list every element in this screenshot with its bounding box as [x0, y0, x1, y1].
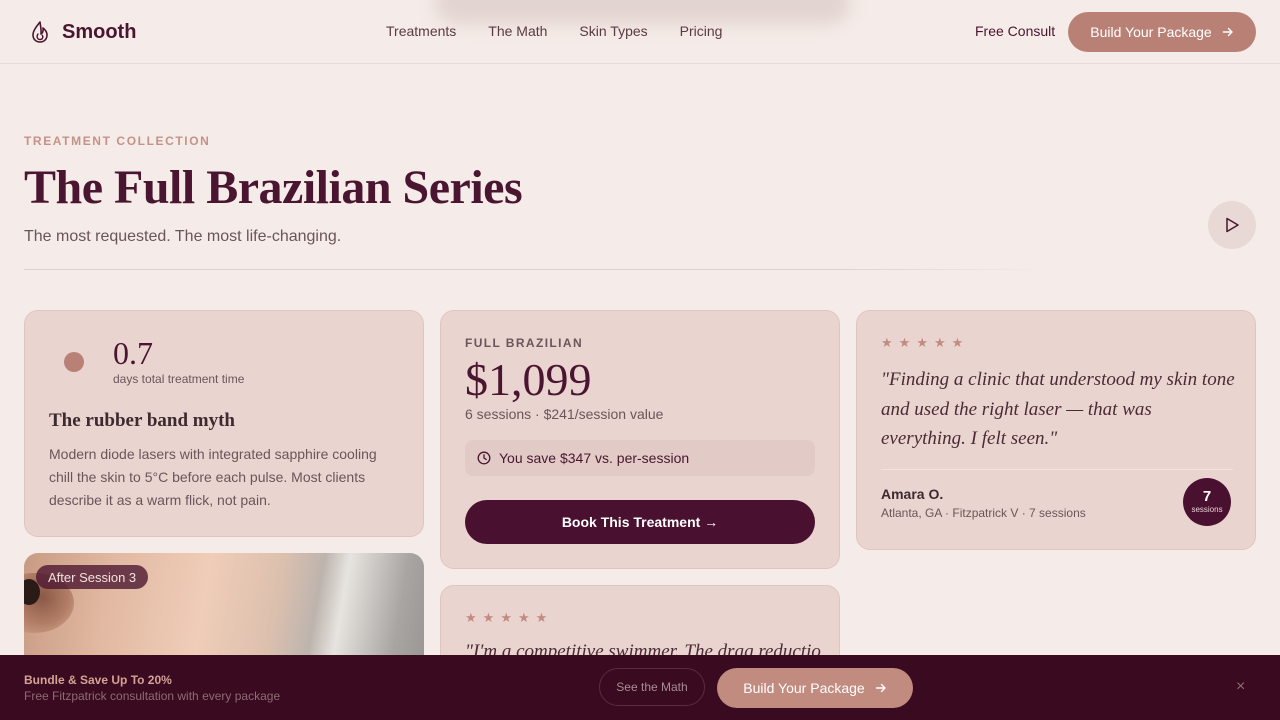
book-treatment-button[interactable]: Book This Treatment →	[465, 500, 815, 544]
pricing-card: FULL BRAZILIAN $1,099 6 sessions · $241/…	[440, 310, 840, 569]
myth-body: Modern diode lasers with integrated sapp…	[49, 446, 377, 508]
myth-title: The rubber band myth	[49, 410, 236, 431]
nav-link-treatments[interactable]: Treatments	[386, 23, 456, 39]
nav-link-skin-types[interactable]: Skin Types	[579, 23, 647, 39]
flame-icon	[32, 21, 48, 43]
package-price: $1,099	[465, 354, 592, 405]
top-navigation-bar: Smooth Treatments The Math Skin Types Pr…	[0, 0, 1280, 64]
brand-logo[interactable]: Smooth	[30, 20, 136, 44]
main-nav: Treatments The Math Skin Types Pricing	[386, 23, 722, 39]
savings-note: You save $347 vs. per-session	[465, 440, 815, 476]
hero-eyebrow: TREATMENT COLLECTION	[24, 134, 211, 148]
testimonial-divider	[881, 469, 1233, 470]
book-treatment-label: Book This Treatment →	[561, 514, 719, 530]
build-package-label: Build Your Package	[1090, 24, 1212, 40]
star-icon: ★	[898, 335, 911, 350]
page-title: The Full Brazilian Series	[24, 161, 523, 214]
rating-stars: ★ ★ ★ ★ ★	[881, 336, 963, 349]
build-package-button[interactable]: Build Your Package	[1068, 12, 1256, 52]
star-icon: ★	[465, 610, 477, 625]
testimonial-card: ★ ★ ★ ★ ★ "Finding a clinic that underst…	[856, 310, 1256, 550]
treatment-time-label: days total treatment time	[113, 372, 245, 386]
arrow-right-icon	[1222, 27, 1233, 37]
accent-dot-icon	[64, 352, 84, 372]
brand-name: Smooth	[62, 20, 137, 43]
star-icon: ★	[482, 610, 495, 625]
myth-card: 0.7 days total treatment time The rubber…	[24, 310, 424, 537]
hero-subtitle: The most requested. The most life-changi…	[24, 228, 342, 245]
arrow-right-icon	[875, 683, 886, 693]
package-sessions: 6 sessions · $241/session value	[465, 406, 664, 422]
star-icon: ★	[500, 610, 512, 625]
free-consult-link[interactable]: Free Consult	[975, 23, 1055, 39]
promo-subtitle: Free Fitzpatrick consultation with every…	[24, 689, 281, 703]
reviewer-meta: Atlanta, GA · Fitzpatrick V · 7 sessions	[881, 506, 1086, 520]
clock-icon	[477, 451, 491, 465]
star-icon: ★	[535, 610, 548, 625]
play-icon	[1226, 217, 1239, 233]
star-icon: ★	[951, 335, 964, 350]
close-icon[interactable]: ×	[1236, 679, 1245, 695]
nav-link-pricing[interactable]: Pricing	[680, 23, 723, 39]
package-name: FULL BRAZILIAN	[465, 336, 584, 350]
bundle-promo-bar: Bundle & Save Up To 20% Free Fitzpatrick…	[0, 655, 1280, 720]
session-count-label: sessions	[1191, 505, 1223, 514]
star-icon: ★	[517, 610, 530, 625]
header-blur-decoration	[435, 0, 850, 24]
promo-build-package-button[interactable]: Build Your Package	[717, 668, 913, 708]
promo-title: Bundle & Save Up To 20%	[24, 673, 172, 687]
play-video-button[interactable]	[1208, 201, 1256, 249]
promo-build-package-label: Build Your Package	[743, 680, 865, 696]
star-icon: ★	[916, 335, 928, 350]
treatment-time-stat: 0.7	[113, 335, 153, 371]
star-icon: ★	[933, 335, 946, 350]
star-icon: ★	[881, 335, 893, 350]
see-the-math-label: See the Math	[616, 680, 688, 694]
see-the-math-button[interactable]: See the Math	[599, 668, 705, 706]
photo-badge: After Session 3	[36, 565, 149, 589]
rating-stars: ★ ★ ★ ★ ★	[465, 611, 547, 624]
session-count-badge: 7 sessions	[1183, 478, 1231, 526]
reviewer-name: Amara O.	[881, 486, 944, 502]
session-count: 7	[1202, 488, 1212, 505]
savings-text: You save $347 vs. per-session	[499, 450, 690, 466]
nav-link-the-math[interactable]: The Math	[488, 23, 547, 39]
hero-divider	[24, 269, 1048, 270]
testimonial-quote: "Finding a clinic that understood my ski…	[881, 369, 1235, 449]
